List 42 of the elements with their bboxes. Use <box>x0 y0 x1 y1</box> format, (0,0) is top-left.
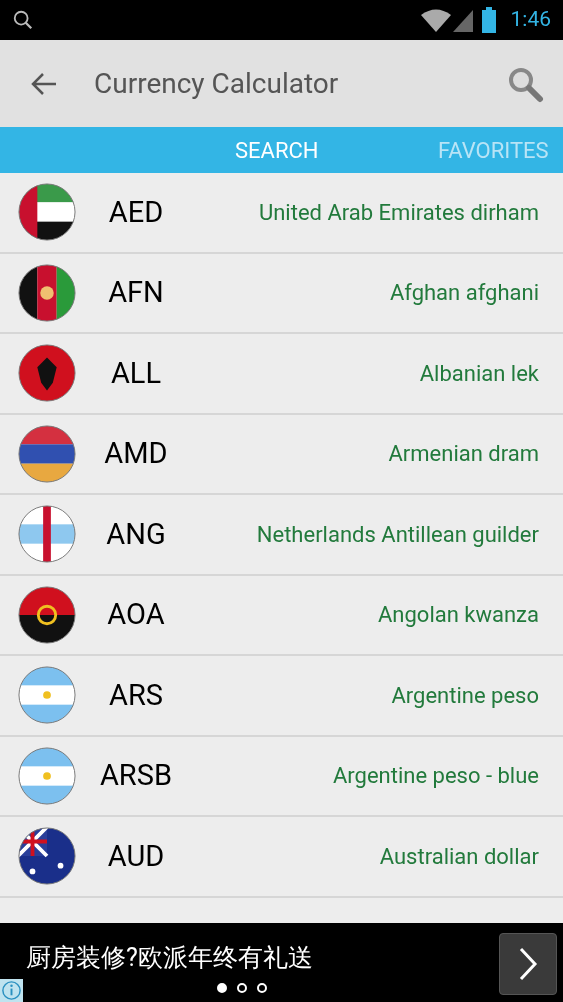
currency-name: Argentine peso <box>390 681 539 710</box>
currency-row[interactable]: ALL Albanian lek <box>0 334 563 415</box>
currency-code: ALL <box>109 354 163 392</box>
back-arrow-icon <box>30 71 58 96</box>
currency-row[interactable]: AFN Afghan afghani <box>0 253 563 334</box>
info-icon[interactable] <box>0 979 23 1002</box>
currency-code: AOA <box>106 596 166 633</box>
currency-name: Albanian lek <box>418 359 539 388</box>
signal-icon <box>452 8 473 32</box>
flag-icon <box>18 183 76 242</box>
currency-code: AFN <box>107 274 165 311</box>
currency-code: AUD <box>106 837 166 875</box>
currency-row[interactable]: AOA Angolan kwanza <box>0 575 563 656</box>
app-title: Currency Calculator <box>94 65 340 102</box>
ad-text: 厨房装修?欧派年终有礼送 <box>26 942 313 974</box>
currency-row[interactable]: AMD Armenian dram <box>0 414 563 495</box>
currency-row[interactable]: ARSB Argentine peso - blue <box>0 736 563 817</box>
flag-icon <box>18 424 76 483</box>
flag-icon <box>18 263 76 322</box>
currency-name: United Arab Emirates dirham <box>257 198 539 227</box>
search-icon <box>12 9 34 31</box>
battery-icon <box>480 7 497 33</box>
currency-row[interactable]: AED United Arab Emirates dirham <box>0 173 563 254</box>
currency-code: ANG <box>105 515 167 553</box>
currency-code: ARS <box>108 676 164 714</box>
currency-row[interactable]: ANG Netherlands Antillean guilder <box>0 495 563 576</box>
currency-code: ARSB <box>98 757 174 794</box>
wifi-icon <box>420 8 451 32</box>
chevron-right-icon <box>518 947 538 981</box>
currency-code: AED <box>107 193 165 231</box>
clock-time: 1:46 <box>510 6 551 34</box>
currency-name: Netherlands Antillean guilder <box>255 520 539 549</box>
currency-name: Angolan kwanza <box>377 601 539 630</box>
currency-row[interactable]: AUD Australian dollar <box>0 817 563 898</box>
currency-name: Afghan afghani <box>388 279 539 308</box>
next-button[interactable] <box>499 933 557 995</box>
currency-name: Armenian dram <box>387 440 539 469</box>
currency-row[interactable]: ARS Argentine peso <box>0 656 563 737</box>
currency-name: Argentine peso - blue <box>332 762 539 791</box>
currency-name: Australian dollar <box>378 842 539 871</box>
flag-icon <box>18 585 76 644</box>
currency-code: AMD <box>103 435 169 472</box>
